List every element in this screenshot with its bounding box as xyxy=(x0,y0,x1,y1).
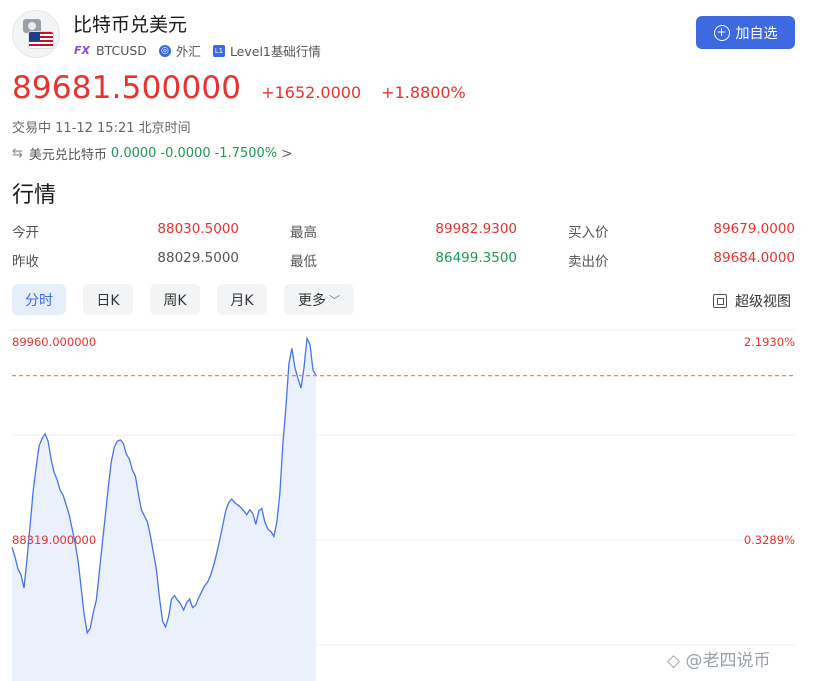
super-view-label: 超级视图 xyxy=(735,294,791,310)
low-value: 86499.3500 xyxy=(435,250,517,266)
price-change: +1652.0000 xyxy=(261,83,362,102)
ask-value: 89684.0000 xyxy=(713,250,795,266)
tab-daily-k[interactable]: 日K xyxy=(83,284,133,315)
super-view-button[interactable]: 超级视图 xyxy=(713,291,791,311)
high-value: 89982.9300 xyxy=(435,221,517,237)
bid-label: 买入价 xyxy=(568,225,609,241)
price-change-percent: +1.8800% xyxy=(381,83,466,102)
tab-more[interactable]: 更多 ﹀ xyxy=(284,284,354,315)
last-price: 89681.500000 xyxy=(12,70,242,106)
reverse-price: 0.0000 xyxy=(110,146,157,161)
trading-status: 交易中 11-12 15:21 北京时间 xyxy=(12,121,191,136)
open-label: 今开 xyxy=(12,225,39,241)
symbol-tag: FX BTCUSD xyxy=(74,43,147,58)
globe-icon: ◎ xyxy=(158,44,171,57)
chart-area-fill xyxy=(12,338,316,681)
symbol-label: BTCUSD xyxy=(96,43,147,58)
level1-icon: L1 xyxy=(212,44,225,57)
category-tag: ◎ 外汇 xyxy=(158,41,201,60)
y-axis-label-top: 89960.000000 xyxy=(12,335,97,349)
level-tag: L1 Level1基础行情 xyxy=(212,41,321,60)
add-button-label: 加自选 xyxy=(735,25,778,42)
chevron-down-icon: ﹀ xyxy=(329,293,340,307)
high-label: 最高 xyxy=(290,225,317,241)
reverse-pair-label: 美元兑比特币 xyxy=(28,148,107,163)
open-value: 88030.5000 xyxy=(157,221,239,237)
reverse-change: -0.0000 xyxy=(160,146,211,161)
pct-axis-label-mid: 0.3289% xyxy=(743,533,795,547)
instrument-tags: FX BTCUSD ◎ 外汇 L1 Level1基础行情 xyxy=(74,41,333,60)
price-row: 89681.500000 +1652.0000 +1.8800% xyxy=(12,70,466,106)
plus-circle-icon: + xyxy=(713,24,730,41)
tab-monthly-k[interactable]: 月K xyxy=(217,284,267,315)
add-to-watchlist-button[interactable]: + 加自选 xyxy=(696,16,795,49)
watermark: ◇ @老四说币 xyxy=(667,651,771,671)
tab-intraday[interactable]: 分时 xyxy=(12,284,66,315)
fullscreen-icon xyxy=(713,294,727,308)
chart-period-tabs: 分时 日K 周K 月K 更多 ﹀ xyxy=(12,284,371,315)
tab-weekly-k[interactable]: 周K xyxy=(150,284,200,315)
bid-value: 89679.0000 xyxy=(713,221,795,237)
us-flag-icon xyxy=(29,32,53,48)
intraday-chart[interactable] xyxy=(0,322,825,681)
quote-section-title: 行情 xyxy=(12,183,57,208)
page-title: 比特币兑美元 xyxy=(73,14,188,36)
y-axis-label-mid: 88319.000000 xyxy=(12,533,97,547)
reverse-change-percent: -1.7500% xyxy=(214,146,278,161)
tab-more-label: 更多 xyxy=(298,292,326,309)
prev-close-label: 昨收 xyxy=(12,254,39,270)
dollar-coin-icon xyxy=(23,19,41,33)
reverse-pair-link[interactable]: ⇆ 美元兑比特币 0.0000 -0.0000 -1.7500% > xyxy=(12,144,293,164)
low-label: 最低 xyxy=(290,254,317,270)
swap-icon: ⇆ xyxy=(12,146,23,161)
category-label: 外汇 xyxy=(175,44,201,59)
prev-close-value: 88029.5000 xyxy=(157,250,239,266)
chevron-right-icon: > xyxy=(281,145,293,162)
ask-label: 卖出价 xyxy=(568,254,609,270)
asset-logo xyxy=(12,10,60,58)
fx-badge: FX xyxy=(74,44,90,57)
level-label: Level1基础行情 xyxy=(229,44,321,59)
pct-axis-label-top: 2.1930% xyxy=(743,335,795,349)
